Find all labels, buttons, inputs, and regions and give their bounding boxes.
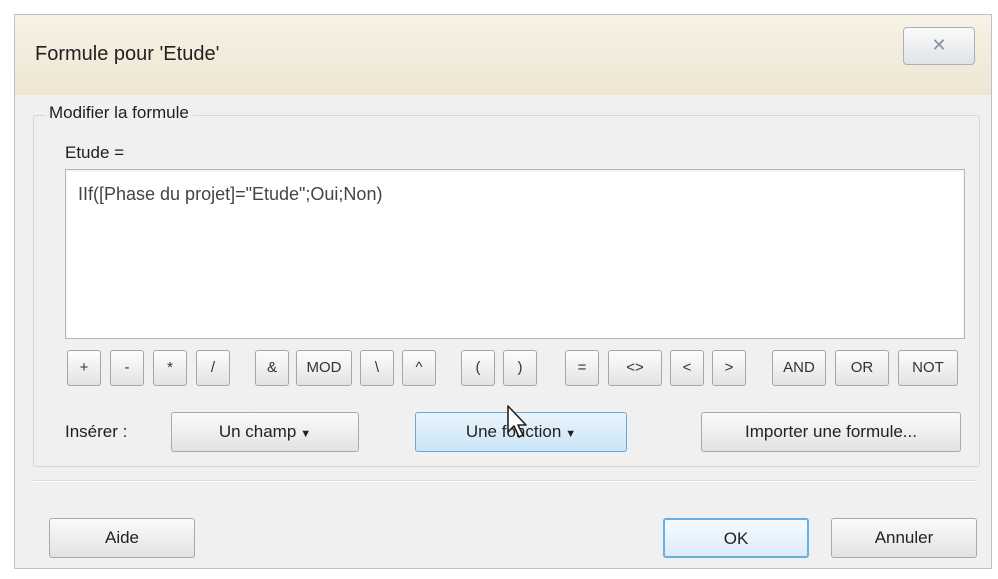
help-button-label: Aide: [104, 528, 140, 547]
ok-button[interactable]: OK: [663, 518, 809, 558]
insert-field-dropdown[interactable]: Un champ ▼: [171, 412, 359, 452]
close-button[interactable]: ✕: [903, 27, 975, 65]
group-legend: Modifier la formule: [45, 103, 193, 123]
operator-close-paren-button[interactable]: ): [503, 350, 537, 386]
operator-plus-button[interactable]: +: [67, 350, 101, 386]
operator-multiply-button[interactable]: *: [153, 350, 187, 386]
import-formula-label: Importer une formule...: [745, 422, 917, 441]
operator-less-button[interactable]: <: [670, 350, 704, 386]
operator-intdiv-button[interactable]: \: [360, 350, 394, 386]
operator-and-button[interactable]: AND: [772, 350, 826, 386]
close-icon: ✕: [931, 35, 947, 55]
dialog-title: Formule pour 'Etude': [35, 43, 220, 65]
operator-open-paren-button[interactable]: (: [461, 350, 495, 386]
operator-mod-button[interactable]: MOD: [296, 350, 352, 386]
ok-button-label: OK: [723, 529, 749, 548]
operator-equals-button[interactable]: =: [565, 350, 599, 386]
insert-label: Insérer :: [65, 422, 128, 441]
insert-field-label: Un champ: [218, 422, 297, 441]
cancel-button-label: Annuler: [874, 528, 934, 547]
operator-notequal-button[interactable]: <>: [608, 350, 662, 386]
import-formula-button[interactable]: Importer une formule...: [701, 412, 961, 452]
formula-text: IIf([Phase du projet]="Etude";Oui;Non): [78, 184, 383, 204]
mouse-pointer-icon: [507, 405, 527, 438]
formula-dialog: Formule pour 'Etude' ✕ Modifier la formu…: [14, 14, 992, 569]
chevron-down-icon: ▼: [300, 428, 312, 440]
operator-not-button[interactable]: NOT: [898, 350, 958, 386]
operator-concat-button[interactable]: &: [255, 350, 289, 386]
chevron-down-icon: ▼: [565, 428, 577, 440]
cancel-button[interactable]: Annuler: [831, 518, 977, 558]
operator-or-button[interactable]: OR: [835, 350, 889, 386]
title-bar: Formule pour 'Etude' ✕: [15, 15, 991, 96]
operator-greater-button[interactable]: >: [712, 350, 746, 386]
operator-divide-button[interactable]: /: [196, 350, 230, 386]
help-button[interactable]: Aide: [49, 518, 195, 558]
operator-minus-button[interactable]: -: [110, 350, 144, 386]
footer-divider: [33, 480, 977, 482]
formula-textarea[interactable]: IIf([Phase du projet]="Etude";Oui;Non): [65, 169, 965, 339]
operator-power-button[interactable]: ^: [402, 350, 436, 386]
dialog-body: Modifier la formule Etude = IIf([Phase d…: [15, 95, 991, 568]
formula-field-label: Etude =: [65, 143, 125, 162]
